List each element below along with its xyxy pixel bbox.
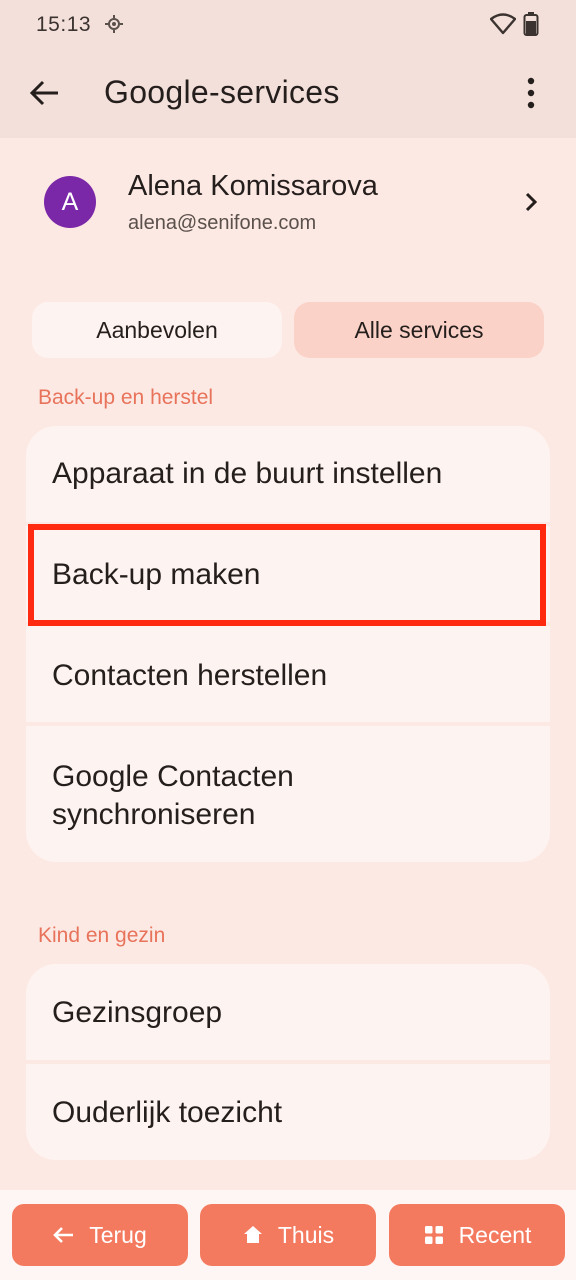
section-label-backup: Back-up en herstel	[38, 386, 214, 409]
section-label-family: Kind en gezin	[38, 924, 166, 947]
list-item-sync-contacts[interactable]: Google Contacten synchroniseren	[26, 726, 550, 862]
nav-back-label: Terug	[89, 1221, 147, 1248]
arrow-left-icon[interactable]	[28, 76, 62, 110]
list-item-family-group[interactable]: Gezinsgroep	[26, 964, 550, 1060]
backup-card: Apparaat in de buurt instellen Back-up m…	[26, 426, 550, 862]
app-bar: Google-services	[0, 50, 576, 138]
list-item-restore-contacts[interactable]: Contacten herstellen	[26, 626, 550, 722]
nav-recent-label: Recent	[458, 1221, 532, 1248]
home-icon	[243, 1226, 262, 1243]
navigation-bar: Terug Thuis Recent	[0, 1190, 576, 1280]
nav-home-button[interactable]: Thuis	[200, 1204, 376, 1266]
status-time: 15:13	[36, 13, 92, 36]
grid-icon	[424, 1226, 443, 1244]
nav-back-button[interactable]: Terug	[12, 1204, 188, 1266]
account-email: alena@senifone.com	[128, 212, 317, 234]
account-row[interactable]: A Alena Komissarova alena@senifone.com	[0, 150, 576, 260]
chevron-right-icon	[525, 192, 538, 212]
list-item-nearby-setup[interactable]: Apparaat in de buurt instellen	[26, 426, 550, 522]
family-card: Gezinsgroep Ouderlijk toezicht	[26, 964, 550, 1160]
nav-recent-button[interactable]: Recent	[389, 1204, 565, 1266]
tab-aanbevolen[interactable]: Aanbevolen	[32, 302, 282, 358]
more-vert-icon[interactable]	[516, 76, 546, 110]
avatar: A	[44, 176, 96, 228]
account-name: Alena Komissarova	[128, 170, 378, 202]
list-item-backup[interactable]: Back-up maken	[26, 526, 550, 622]
list-item-parental-control[interactable]: Ouderlijk toezicht	[26, 1064, 550, 1160]
page-title: Google-services	[104, 74, 340, 110]
location-icon	[105, 15, 123, 33]
status-bar: 15:13	[0, 0, 576, 50]
battery-icon	[523, 12, 539, 36]
arrow-left-icon	[53, 1227, 74, 1243]
wifi-icon	[490, 13, 516, 35]
nav-home-label: Thuis	[277, 1221, 335, 1248]
tab-alle-services[interactable]: Alle services	[294, 302, 544, 358]
